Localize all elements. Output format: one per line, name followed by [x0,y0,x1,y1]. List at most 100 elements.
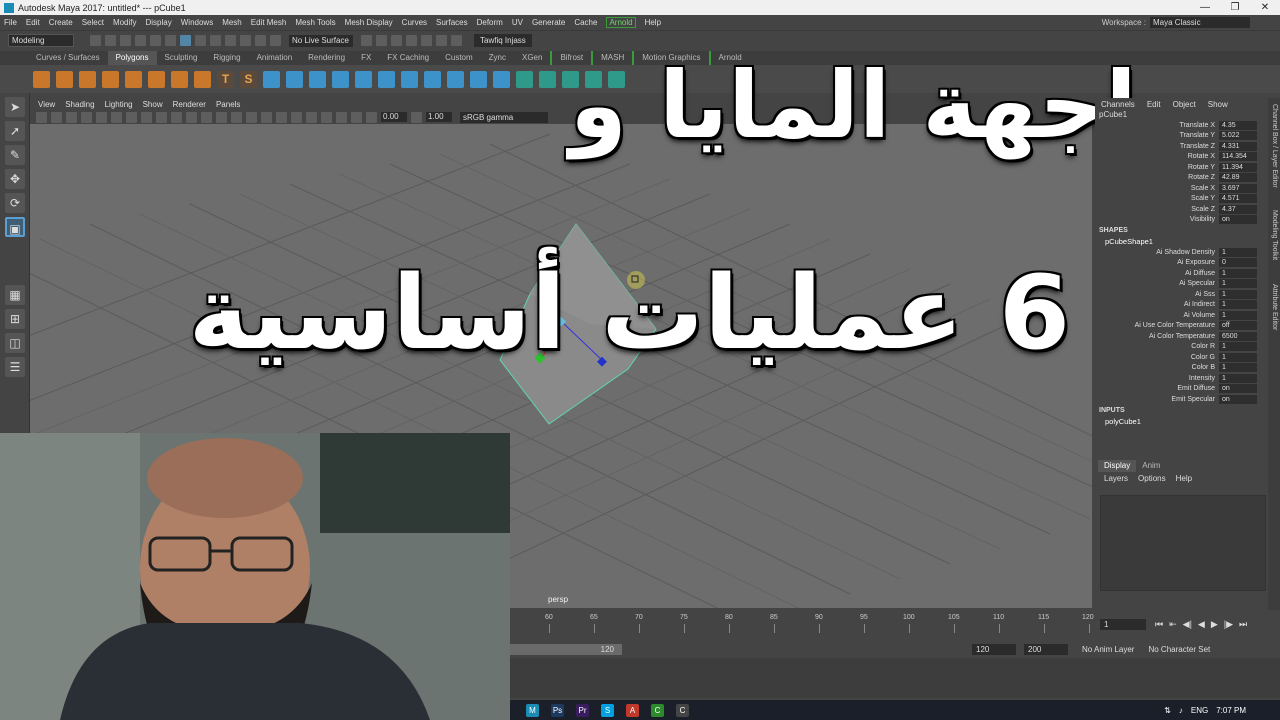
skype-taskbar-icon[interactable]: S [601,703,614,717]
live-surface-field[interactable]: No Live Surface [289,34,353,47]
snap-curve-icon[interactable] [225,35,236,46]
network-icon[interactable]: ⇅ [1164,706,1171,715]
snap-grid-icon[interactable] [210,35,221,46]
channel-row[interactable]: Visibility on [1095,215,1268,226]
channel-value[interactable]: 11.394 [1219,162,1257,172]
new-scene-icon[interactable] [90,35,101,46]
layer-menu-layers[interactable]: Layers [1104,474,1128,483]
tool-settings-icon[interactable] [451,35,462,46]
close-button[interactable]: ✕ [1250,0,1280,15]
channel-value[interactable]: 1 [1219,342,1257,352]
select-object-icon[interactable] [180,35,191,46]
side-tab-channel-box[interactable]: Channel Box / Layer Editor [1271,104,1278,188]
channel-value[interactable]: 1 [1219,310,1257,320]
range-bar[interactable]: 120 [510,643,622,655]
bridge-icon[interactable] [401,70,418,88]
language-indicator[interactable]: ENG [1191,706,1208,715]
combine-icon[interactable] [263,70,280,88]
shelf-tab-rendering[interactable]: Rendering [300,51,353,65]
xray-icon[interactable] [336,111,347,123]
lasso-tool-icon[interactable]: ➚ [5,121,25,141]
shelf-tab-zync[interactable]: Zync [481,51,514,65]
attribute-editor-icon[interactable] [436,35,447,46]
poly-cube-icon[interactable] [56,70,73,88]
gate-mask-icon[interactable] [141,111,152,123]
mirror-icon[interactable] [355,70,372,88]
menu-mesh[interactable]: Mesh [222,18,242,27]
user-account-dropdown[interactable]: Tawfiq Injass [474,34,532,47]
menu-edit[interactable]: Edit [26,18,40,27]
channel-value[interactable]: 1 [1219,300,1257,310]
four-view-icon[interactable]: ⊞ [5,309,25,329]
single-perspective-icon[interactable]: ▦ [5,285,25,305]
lights-icon[interactable] [246,111,257,123]
command-line[interactable] [510,658,1280,698]
ipr-render-icon[interactable] [376,35,387,46]
channel-row[interactable]: Ai Volume 1 [1095,310,1268,321]
channel-value[interactable]: 1 [1219,279,1257,289]
menu-edit-mesh[interactable]: Edit Mesh [251,18,287,27]
menu-modify[interactable]: Modify [113,18,137,27]
channel-value[interactable]: 1 [1219,352,1257,362]
channel-row[interactable]: Scale Z 4.37 [1095,204,1268,215]
anim-layer-dropdown[interactable]: No Anim Layer [1082,645,1134,654]
character-set-dropdown[interactable]: No Character Set [1148,645,1210,654]
camera-attributes-icon[interactable] [51,111,62,123]
channel-value[interactable]: 4.35 [1219,120,1257,130]
menu-display[interactable]: Display [146,18,172,27]
max-time-field[interactable]: 200 [1024,643,1068,655]
photoshop-taskbar-icon[interactable]: Ps [551,703,564,717]
layer-list[interactable] [1100,495,1266,591]
menu-generate[interactable]: Generate [532,18,565,27]
volume-icon[interactable]: ♪ [1179,706,1183,715]
scale-tool-icon[interactable]: ▣ [5,217,25,237]
minimize-button[interactable]: — [1190,0,1220,15]
channel-row[interactable]: Translate Y 5.022 [1095,131,1268,142]
poly-disc-icon[interactable] [171,70,188,88]
select-tool-icon[interactable]: ➤ [5,97,25,117]
film-gate-icon[interactable] [111,111,122,123]
channel-row[interactable]: Ai Exposure 0 [1095,258,1268,269]
snap-surface-icon[interactable] [270,35,281,46]
go-to-end-icon[interactable]: ⏭ [1239,619,1247,630]
xray-joints-icon[interactable] [351,111,362,123]
modeling-toolkit-icon[interactable] [421,35,432,46]
channel-row[interactable]: Ai Use Color Temperature off [1095,321,1268,332]
premiere-taskbar-icon[interactable]: Pr [576,703,589,717]
channel-row[interactable]: Emit Diffuse on [1095,384,1268,395]
channel-value[interactable]: 4.331 [1219,141,1257,151]
snap-point-icon[interactable] [240,35,251,46]
motion-blur-icon[interactable] [291,111,302,123]
color-space-dropdown[interactable]: sRGB gamma [460,111,548,123]
bevel-icon[interactable] [424,70,441,88]
menu-mesh-tools[interactable]: Mesh Tools [295,18,335,27]
menu-arnold[interactable]: Arnold [606,17,636,28]
wireframe-on-shaded-icon[interactable] [216,111,227,123]
select-hierarchy-icon[interactable] [165,35,176,46]
channel-value[interactable]: 114.354 [1219,152,1257,162]
anti-aliasing-icon[interactable] [306,111,317,123]
maximize-button[interactable]: ❐ [1220,0,1250,15]
viewport-menu-renderer[interactable]: Renderer [173,100,206,109]
redo-icon[interactable] [150,35,161,46]
rotate-tool-icon[interactable]: ⟳ [5,193,25,213]
channel-value[interactable]: on [1219,384,1257,394]
channel-value[interactable]: 4.571 [1219,194,1257,204]
menu-file[interactable]: File [4,18,17,27]
paint-select-icon[interactable]: ✎ [5,145,25,165]
channel-value[interactable]: 4.37 [1219,204,1257,214]
channel-value[interactable]: 1 [1219,247,1257,257]
bookmark-icon[interactable] [66,111,77,123]
channel-menu-edit[interactable]: Edit [1147,100,1161,109]
channel-row[interactable]: Ai Color Temperature 6500 [1095,331,1268,342]
layer-menu-help[interactable]: Help [1176,474,1192,483]
select-component-icon[interactable] [195,35,206,46]
hypershade-icon[interactable] [406,35,417,46]
input-node-name[interactable]: polyCube1 [1095,416,1268,427]
current-frame-field[interactable]: 1 [1100,618,1146,630]
platonic-solid-icon[interactable] [194,70,211,88]
acrobat-taskbar-icon[interactable]: A [626,703,639,717]
select-camera-icon[interactable] [36,111,47,123]
open-scene-icon[interactable] [105,35,116,46]
move-tool-icon[interactable]: ✥ [5,169,25,189]
